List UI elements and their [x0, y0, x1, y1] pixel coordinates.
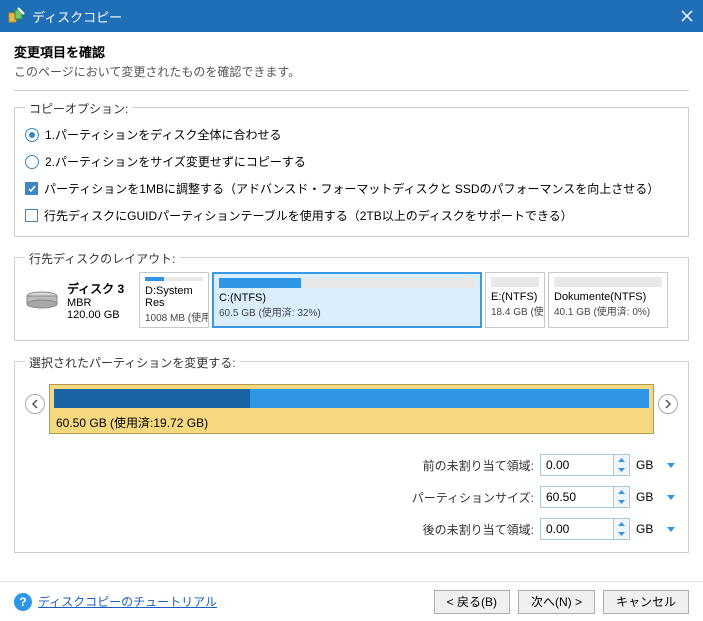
checkbox-icon — [25, 182, 38, 195]
partition-name: E:(NTFS) — [491, 291, 539, 303]
app-icon — [8, 7, 26, 25]
unalloc-after-input[interactable] — [540, 518, 630, 540]
option-guid[interactable]: 行先ディスクにGUIDパーティションテーブルを使用する（2TB以上のディスクをサ… — [25, 207, 678, 224]
back-button[interactable]: < 戻る(B) — [434, 590, 510, 614]
spin-up-icon[interactable] — [614, 455, 629, 465]
footer: ? ディスクコピーのチュートリアル < 戻る(B) 次へ(N) > キャンセル — [0, 581, 703, 621]
partition-size: 1008 MB (使用済: 32%) — [145, 309, 203, 324]
partition-size: 60.5 GB (使用済: 32%) — [219, 304, 475, 319]
unalloc-after-label: 後の未割り当て領域: — [423, 521, 534, 538]
spin-down-icon[interactable] — [614, 529, 629, 539]
partition-size: 18.4 GB (使用済: 0%) — [491, 303, 539, 318]
partition-size-label: パーティションサイズ: — [412, 489, 534, 506]
radio-icon — [25, 128, 39, 142]
option-label: 行先ディスクにGUIDパーティションテーブルを使用する（2TB以上のディスクをサ… — [44, 207, 573, 224]
option-fit-disk[interactable]: 1.パーティションをディスク全体に合わせる — [25, 126, 678, 143]
radio-icon — [25, 155, 39, 169]
partition-block[interactable]: Dokumente(NTFS)40.1 GB (使用済: 0%) — [548, 272, 668, 328]
spin-up-icon[interactable] — [614, 519, 629, 529]
unit-dropdown-icon[interactable] — [664, 458, 678, 472]
partition-name: D:System Res — [145, 285, 203, 309]
partition-bar-label: 60.50 GB (使用済:19.72 GB) — [50, 408, 653, 431]
option-label: パーティションを1MBに調整する（アドバンスド・フォーマットディスクと SSDの… — [44, 180, 659, 197]
divider — [14, 90, 689, 91]
partition-block[interactable]: D:System Res1008 MB (使用済: 32%) — [139, 272, 209, 328]
partition-size: 40.1 GB (使用済: 0%) — [554, 303, 662, 318]
next-button[interactable]: 次へ(N) > — [518, 590, 595, 614]
unit-label: GB — [636, 490, 658, 504]
help-icon[interactable]: ? — [14, 593, 32, 611]
partition-name: Dokumente(NTFS) — [554, 291, 662, 303]
copy-options-group: コピーオプション: 1.パーティションをディスク全体に合わせる 2.パーティショ… — [14, 107, 689, 237]
disk-layout-legend: 行先ディスクのレイアウト: — [25, 250, 180, 267]
unit-dropdown-icon[interactable] — [664, 490, 678, 504]
partition-block[interactable]: C:(NTFS)60.5 GB (使用済: 32%) — [212, 272, 482, 328]
hdd-icon — [25, 291, 59, 309]
edit-legend: 選択されたパーティションを変更する: — [25, 354, 240, 371]
partition-block[interactable]: E:(NTFS)18.4 GB (使用済: 0%) — [485, 272, 545, 328]
page-heading: 変更項目を確認 — [14, 42, 689, 61]
disk-name: ディスク 3 — [67, 280, 124, 297]
partition-name: C:(NTFS) — [219, 292, 475, 304]
unit-dropdown-icon[interactable] — [664, 522, 678, 536]
unalloc-before-input[interactable] — [540, 454, 630, 476]
checkbox-icon — [25, 209, 38, 222]
copy-options-legend: コピーオプション: — [25, 100, 132, 117]
partition-size-bar[interactable]: 60.50 GB (使用済:19.72 GB) — [49, 384, 654, 434]
option-align-1mb[interactable]: パーティションを1MBに調整する（アドバンスド・フォーマットディスクと SSDの… — [25, 180, 678, 197]
disk-info: ディスク 3 MBR 120.00 GB — [25, 272, 135, 328]
page-subtext: このページにおいて変更されたものを確認できます。 — [14, 63, 689, 80]
title-text: ディスクコピー — [32, 7, 122, 26]
partition-size-input[interactable] — [540, 486, 630, 508]
edit-partition-group: 選択されたパーティションを変更する: 60.50 GB (使用済:19.72 G… — [14, 361, 689, 553]
spin-up-icon[interactable] — [614, 487, 629, 497]
content: 変更項目を確認 このページにおいて変更されたものを確認できます。 コピーオプショ… — [0, 32, 703, 583]
unit-label: GB — [636, 458, 658, 472]
disk-layout-group: 行先ディスクのレイアウト: ディスク 3 MBR 120.00 GB D:Sys… — [14, 257, 689, 341]
next-partition-button[interactable] — [658, 394, 678, 414]
option-label: 1.パーティションをディスク全体に合わせる — [45, 126, 281, 143]
prev-partition-button[interactable] — [25, 394, 45, 414]
titlebar: ディスクコピー — [0, 0, 703, 32]
tutorial-link[interactable]: ディスクコピーのチュートリアル — [38, 593, 217, 610]
close-icon[interactable] — [679, 8, 695, 24]
disk-size: 120.00 GB — [67, 309, 124, 321]
spin-down-icon[interactable] — [614, 497, 629, 507]
unit-label: GB — [636, 522, 658, 536]
unalloc-before-label: 前の未割り当て領域: — [423, 457, 534, 474]
spin-down-icon[interactable] — [614, 465, 629, 475]
cancel-button[interactable]: キャンセル — [603, 590, 689, 614]
option-no-resize[interactable]: 2.パーティションをサイズ変更せずにコピーする — [25, 153, 678, 170]
option-label: 2.パーティションをサイズ変更せずにコピーする — [45, 153, 306, 170]
disk-type: MBR — [67, 297, 124, 309]
